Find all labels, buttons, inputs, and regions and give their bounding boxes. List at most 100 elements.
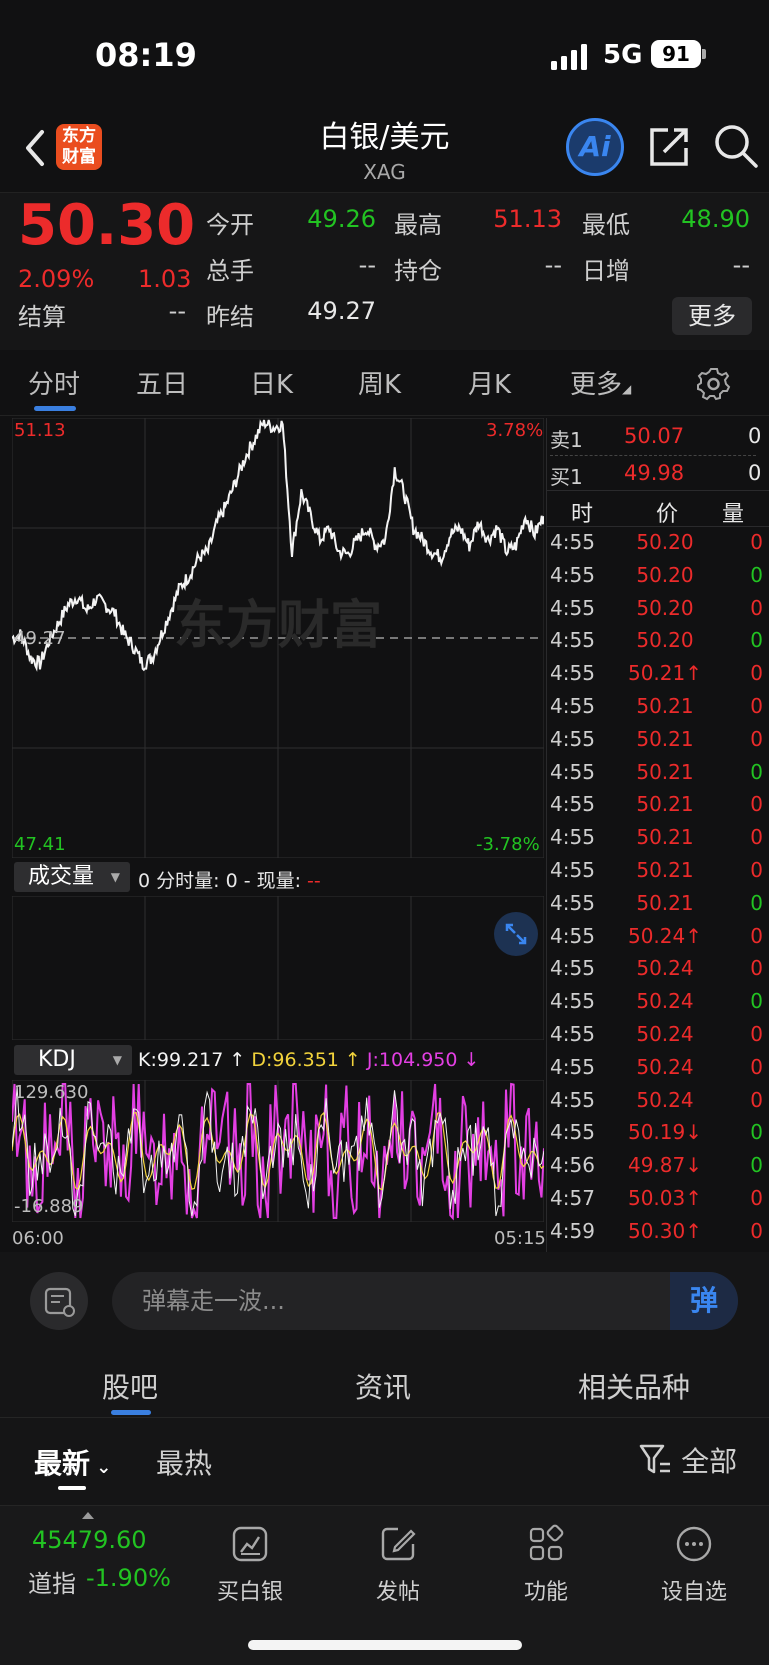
tick-volume: 0 (750, 661, 763, 686)
tick-row: 4:55 50.21 0 (550, 825, 765, 858)
book-divider (546, 526, 769, 527)
price-low-label: 47.41 (14, 834, 66, 855)
tab-monthly-k[interactable]: 月K (468, 364, 511, 401)
nav-post[interactable]: 发帖 (338, 1524, 458, 1606)
volume-dropdown-label: 成交量 (28, 864, 95, 889)
tick-price: 50.03↑ (627, 1186, 702, 1210)
tick-volume: 0 (750, 989, 763, 1014)
tick-price: 50.24 (636, 1054, 694, 1079)
tab-daily-k[interactable]: 日K (250, 364, 293, 401)
field-label: 最高 (394, 211, 442, 239)
tick-price: 50.20 (636, 628, 694, 653)
tick-time: 4:55 (550, 890, 595, 915)
tick-volume: 0 (750, 1153, 763, 1178)
tick-time: 4:55 (550, 595, 595, 620)
tick-row: 4:55 50.20 0 (550, 596, 765, 629)
more-fields-button[interactable]: 更多 (672, 297, 752, 335)
tick-volume: 0 (750, 628, 763, 653)
tick-time: 4:55 (550, 956, 595, 981)
tab-more[interactable]: 更多◢ (570, 364, 631, 401)
nav-label: 功能 (523, 1580, 568, 1605)
kdj-k: K:99.217 ↑ (138, 1049, 246, 1071)
tick-time: 4:55 (550, 792, 595, 817)
volume-indicator-dropdown[interactable]: 成交量 ▼ (14, 862, 130, 892)
tick-row: 4:55 50.20 0 (550, 530, 765, 563)
filter-button[interactable]: 全部 (638, 1440, 737, 1480)
tick-volume: 0 (750, 694, 763, 718)
volume-info: 0 分时量: 0 - 现量: -- (138, 866, 321, 893)
tick-price: 50.21↑ (627, 661, 702, 686)
tick-time: 4:55 (550, 1022, 595, 1046)
tick-row: 4:55 50.24↑ 0 (550, 924, 765, 957)
expand-icon (505, 923, 527, 945)
tick-volume: 0 (750, 1087, 763, 1112)
volume-chart (12, 896, 544, 1040)
edit-icon (381, 1527, 416, 1561)
section-tabs: 股吧 资讯 相关品种 (0, 1348, 769, 1418)
tick-time: 4:55 (550, 694, 595, 718)
kdj-j: J:104.950 ↓ (366, 1049, 480, 1071)
nav-add-watchlist[interactable]: 设自选 (634, 1524, 754, 1606)
tab-five-day[interactable]: 五日 (136, 364, 188, 401)
gear-icon[interactable] (696, 366, 732, 402)
ai-button[interactable]: Ai (566, 118, 624, 176)
tick-price: 50.20 (636, 530, 694, 554)
tick-row: 4:55 50.21↑ 0 (550, 661, 765, 694)
tick-volume: 0 (750, 858, 763, 882)
sort-hottest[interactable]: 最热 (156, 1442, 212, 1482)
index-name[interactable]: 道指 (28, 1564, 76, 1599)
tab-indicator (111, 1410, 151, 1415)
col-price: 价 (656, 502, 679, 527)
battery-icon: 91 (651, 40, 701, 68)
kdj-chart (12, 1080, 544, 1222)
ask-volume: 0 (748, 424, 762, 448)
sort-bar: 最新 ⌄ 最热 全部 (0, 1418, 769, 1506)
bid-price: 49.98 (624, 461, 685, 485)
tick-volume: 0 (750, 923, 763, 948)
search-icon[interactable] (712, 122, 760, 170)
tick-time: 4:55 (550, 530, 595, 554)
tick-row: 4:55 50.24 0 (550, 1055, 765, 1088)
tick-time: 4:55 (550, 628, 595, 653)
index-change[interactable]: -1.90% (86, 1564, 171, 1592)
tab-more-label: 更多 (570, 370, 623, 400)
danmu-toggle-button[interactable]: 弹 (670, 1272, 738, 1330)
kdj-indicator-dropdown[interactable]: KDJ ▼ (14, 1045, 132, 1075)
tab-intraday[interactable]: 分时 (28, 364, 80, 401)
field-value: 51.13 (493, 205, 562, 233)
field-label: 持仓 (394, 257, 442, 285)
comment-settings-button[interactable] (30, 1272, 88, 1330)
prev-close-label: 49.27 (14, 628, 66, 649)
trade-chart-icon (232, 1526, 268, 1562)
last-price: 50.30 (18, 193, 196, 258)
tab-indicator (34, 406, 76, 411)
pct-low-label: -3.78% (476, 834, 540, 855)
volume-info-text: 0 分时量: 0 - 现量: (138, 870, 308, 892)
danmu-input[interactable]: 弹幕走一波... (112, 1272, 738, 1330)
sort-indicator (58, 1486, 86, 1490)
nav-functions[interactable]: 功能 (486, 1524, 606, 1606)
tab-weekly-k[interactable]: 周K (358, 364, 401, 401)
tick-row: 4:55 50.21 0 (550, 858, 765, 891)
intraday-chart[interactable]: 东方财富 (12, 418, 544, 858)
field-value: 49.26 (307, 205, 376, 233)
field-label: 最低 (582, 211, 630, 239)
col-volume: 量 (722, 502, 745, 527)
network-label: 5G (603, 40, 643, 70)
tick-price: 50.21 (636, 825, 694, 850)
expand-button[interactable] (494, 912, 538, 956)
nav-buy-silver[interactable]: 买白银 (190, 1524, 310, 1606)
tab-related[interactable]: 相关品种 (578, 1366, 690, 1406)
index-value[interactable]: 45479.60 (32, 1526, 147, 1554)
tick-volume: 0 (750, 792, 763, 817)
tick-time: 4:55 (550, 759, 595, 784)
share-icon[interactable] (646, 124, 692, 170)
tick-price: 50.20 (636, 595, 694, 620)
col-time: 时 (571, 502, 594, 527)
sort-latest[interactable]: 最新 ⌄ (34, 1442, 111, 1482)
field-label: 日增 (582, 257, 630, 285)
tick-time: 4:55 (550, 858, 595, 882)
field-value: -- (732, 251, 750, 279)
tab-news[interactable]: 资讯 (355, 1366, 411, 1406)
tab-forum[interactable]: 股吧 (102, 1366, 158, 1406)
